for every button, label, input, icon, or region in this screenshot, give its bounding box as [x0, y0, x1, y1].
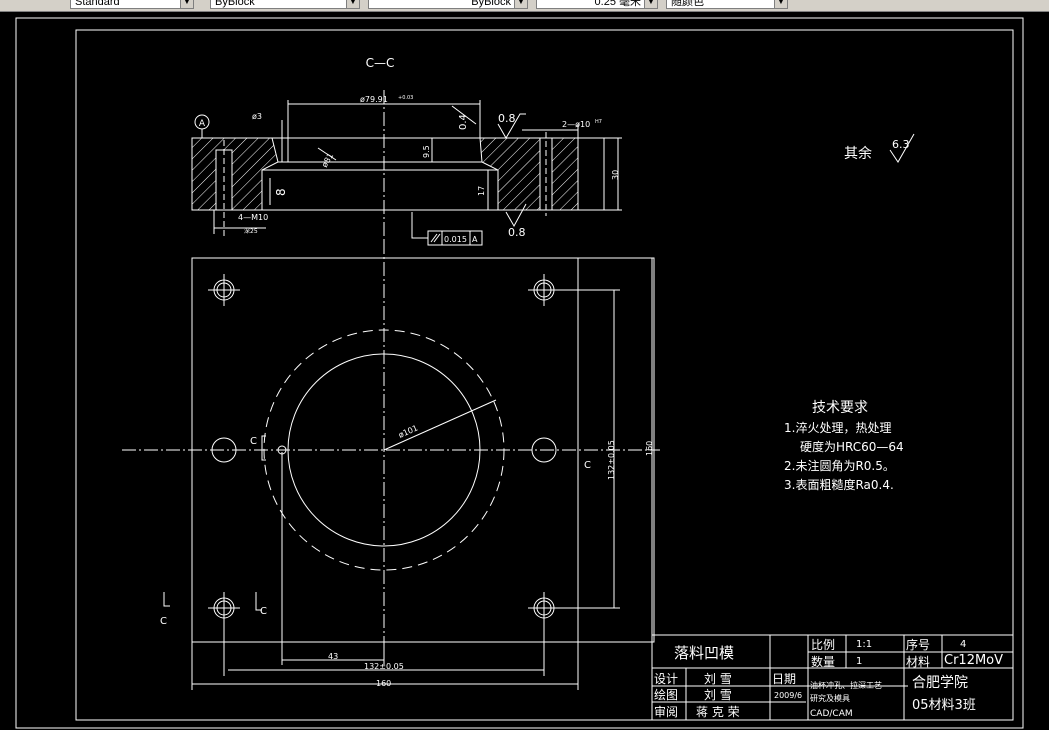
dim-height: 17: [477, 186, 486, 196]
dim-relief-depth: 8: [274, 188, 288, 196]
plot-style-value: 随颜色: [671, 0, 704, 8]
section-hatch-left: [191, 137, 279, 211]
dim-thickness: 30: [611, 170, 620, 180]
chevron-down-icon[interactable]: ▼: [644, 0, 657, 8]
quantity-value: 1: [856, 656, 862, 667]
dim-pins-tol: H7: [595, 119, 602, 125]
linetype-value: ByBlock: [471, 0, 511, 8]
chevron-down-icon[interactable]: ▼: [180, 0, 193, 8]
review-label: 审阅: [654, 704, 678, 719]
tech-req-item: 3.表面粗糙度Ra0.4.: [784, 477, 894, 492]
date-label: 日期: [772, 672, 796, 686]
section-view: [191, 90, 915, 246]
plan-view: [122, 240, 660, 690]
dim-pins: 2—ø10: [562, 120, 590, 129]
chevron-down-icon[interactable]: ▼: [514, 0, 527, 8]
serial-label: 序号: [906, 637, 930, 652]
dim-circle: ø101: [397, 423, 419, 439]
section-mark-right: C: [584, 460, 591, 471]
design-label: 设计: [654, 672, 678, 686]
project-line-3: CAD/CAM: [810, 709, 853, 719]
review-name: 蒋 克 荣: [696, 705, 740, 719]
quantity-label: 数量: [811, 654, 835, 669]
linetype-dropdown[interactable]: ByBlock ▼: [368, 0, 528, 9]
tolerance-value: 0.015: [444, 235, 467, 244]
thread-label: 4—M10: [238, 213, 268, 222]
roughness-other-label: 其余: [844, 145, 872, 162]
dim-relief: ø81: [320, 151, 335, 169]
scale-value: 1:1: [856, 639, 872, 650]
roughness-top-value: 0.8: [498, 112, 516, 125]
dim-chamfer: 0.4: [458, 114, 469, 130]
dim-depth: 9.5: [422, 145, 431, 158]
lineweight-value: 0.25 毫米: [594, 0, 641, 8]
text-style-value: Standard: [75, 0, 120, 8]
project-line-1: 油杯冲孔、拉深工艺: [810, 680, 882, 690]
date-value: 2009/6: [774, 691, 802, 700]
section-hatch-right: [479, 137, 579, 211]
school-name: 合肥学院: [912, 675, 968, 691]
project-line-2: 研究及模具: [810, 693, 850, 703]
dim-small-hole: ø3: [252, 112, 262, 121]
dim-bore: ø79.91: [360, 95, 388, 104]
material-label: 材料: [906, 655, 930, 669]
section-mark-bottom: C: [260, 606, 267, 617]
plot-style-dropdown[interactable]: 随颜色 ▼: [666, 0, 788, 9]
drawing-name: 刘 雪: [704, 688, 732, 702]
drawing-label: 绘图: [654, 687, 678, 702]
chevron-down-icon[interactable]: ▼: [346, 0, 359, 8]
dim-43: 43: [328, 652, 338, 661]
section-mark-bottom-left: C: [160, 616, 167, 627]
roughness-bottom-value: 0.8: [508, 226, 526, 239]
dim-overall-vertical: 160: [645, 441, 654, 456]
tech-req-item: 1.淬火处理，热处理: [784, 420, 891, 435]
tech-req-item: 2.未注圆角为R0.5。: [784, 458, 895, 473]
class-name: 05材料3班: [912, 698, 976, 713]
layer-dropdown[interactable]: ByBlock ▼: [210, 0, 360, 9]
sheet-outer-border: [15, 17, 1024, 729]
scale-label: 比例: [811, 638, 835, 652]
dim-vertical: 132±0.05: [607, 440, 616, 480]
section-mark-left: C: [250, 436, 257, 447]
section-title: C—C: [366, 56, 395, 70]
tolerance-datum: A: [472, 235, 478, 244]
part-name: 落料凹模: [674, 644, 734, 662]
drawing-canvas[interactable]: C—C ø79.91 +0.03 ø3 A 0.4 9.5 ø81 17 30 …: [0, 11, 1049, 730]
dim-bore-tol: +0.03: [398, 95, 413, 101]
material-value: Cr12MoV: [944, 653, 1003, 668]
text-style-dropdown[interactable]: Standard ▼: [70, 0, 194, 9]
chevron-down-icon[interactable]: ▼: [774, 0, 787, 8]
tech-req-item: 硬度为HRC60—64: [800, 439, 904, 454]
thread-depth: 深25: [244, 227, 258, 235]
lineweight-dropdown[interactable]: 0.25 毫米 ▼: [536, 0, 658, 9]
dim-horizontal: 132±0.05: [364, 662, 404, 671]
serial-value: 4: [960, 639, 966, 650]
layer-value: ByBlock: [215, 0, 255, 8]
tech-req-title: 技术要求: [812, 400, 868, 416]
design-name: 刘 雪: [704, 672, 732, 686]
dim-overall-horizontal: 160: [376, 679, 391, 688]
roughness-other-value: 6.3: [892, 138, 910, 151]
datum-label: A: [199, 119, 206, 129]
